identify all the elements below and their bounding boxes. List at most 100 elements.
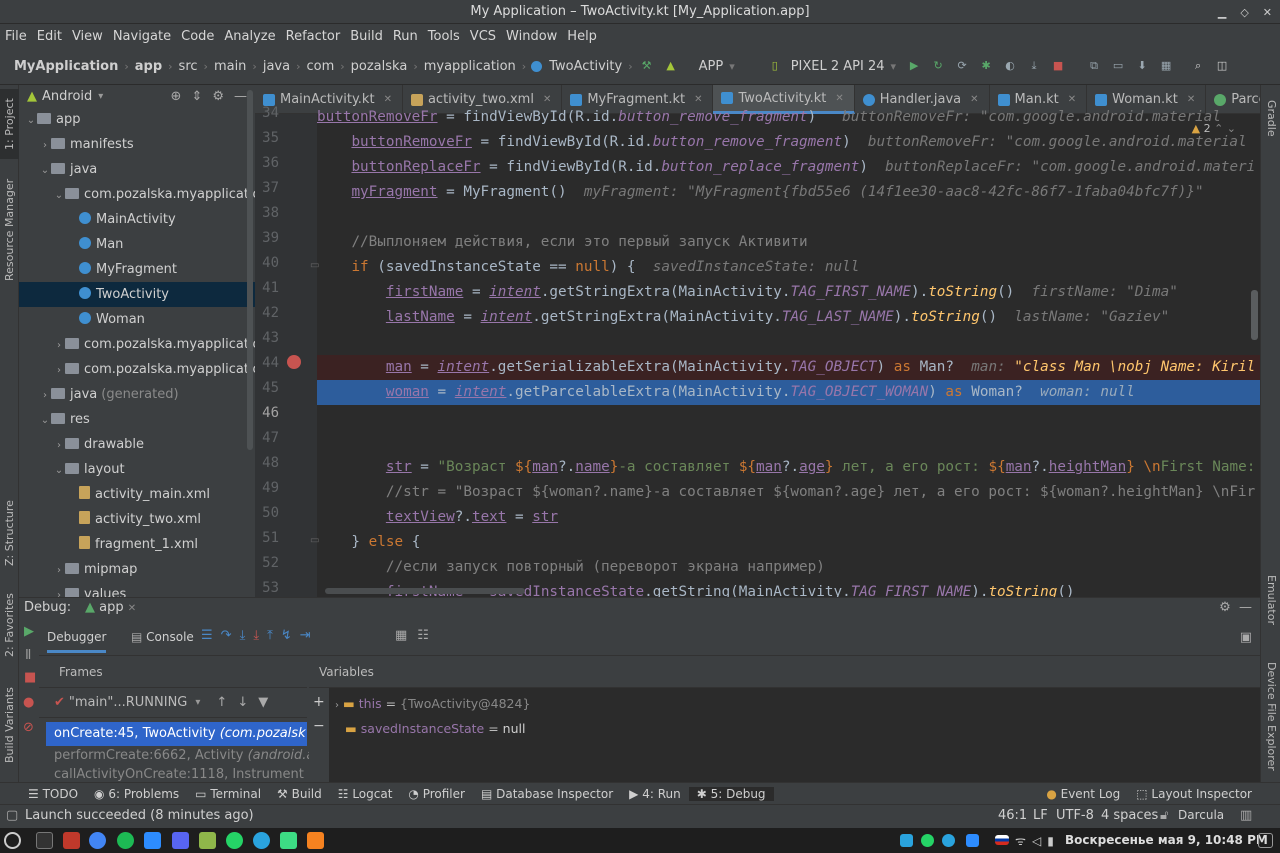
breadcrumb-project[interactable]: MyApplication [10,59,122,74]
chevron-right-icon[interactable]: › [39,133,51,158]
tool-tab-run[interactable]: ▶ 4: Run [621,787,689,801]
menu-code[interactable]: Code [176,29,219,44]
chevron-right-icon[interactable]: › [39,383,51,408]
view-breakpoints-icon[interactable]: ● [23,695,34,710]
evaluate-icon[interactable]: ▦ [395,628,417,643]
indent-setting[interactable]: 4 spaces [1101,808,1158,823]
menu-file[interactable]: File [0,29,32,44]
variable-row[interactable]: › ▬ this = {TwoActivity@4824} [335,696,530,711]
gear-icon[interactable]: ⚙ [1219,600,1231,615]
maximize-icon[interactable]: ◇ [1240,6,1248,19]
chevron-right-icon[interactable]: › [53,358,65,383]
filter-icon[interactable]: ▼ [258,695,278,710]
avd-manager-icon[interactable]: ▭ [1110,58,1126,74]
debug-icon[interactable]: ✱ [978,58,994,74]
terminal-app-icon[interactable] [36,832,53,849]
tree-item[interactable]: activity_main.xml [19,482,255,507]
tree-item[interactable]: › mipmap [19,557,255,582]
tree-item[interactable]: › drawable [19,432,255,457]
tree-item[interactable]: Woman [19,307,255,332]
menu-window[interactable]: Window [501,29,562,44]
editor-scrollbar[interactable] [1251,290,1258,340]
close-icon[interactable]: ✕ [128,603,136,614]
tree-item[interactable]: › com.pozalska.myapplication ( [19,357,255,382]
start-menu-icon[interactable] [4,832,21,849]
breakpoint-icon[interactable] [287,355,301,369]
menu-run[interactable]: Run [388,29,423,44]
tree-item[interactable]: ⌄ com.pozalska.myapplication [19,182,255,207]
drop-frame-icon[interactable]: ↯ [281,628,300,643]
tool-tab-problems[interactable]: ◉ 6: Problems [86,787,187,801]
menu-help[interactable]: Help [562,29,602,44]
mute-breakpoints-icon[interactable]: ⊘ [23,720,34,735]
chevron-right-icon[interactable]: › [53,333,65,358]
sdk-manager-icon[interactable]: ⬇ [1134,58,1150,74]
breadcrumb-main[interactable]: main [210,59,250,74]
chevron-right-icon[interactable]: › [53,583,65,597]
tree-item[interactable]: › values [19,582,255,597]
tray-zoom-icon[interactable] [966,834,979,847]
project-scrollbar[interactable] [247,90,253,450]
collapse-icon[interactable]: ⇕ [191,89,202,104]
tool-tab-emulator[interactable]: Emulator [1261,565,1280,635]
android-studio-app-icon[interactable] [280,832,297,849]
tree-item[interactable]: ⌄ java [19,157,255,182]
trace-icon[interactable]: ☷ [417,628,439,643]
variable-row[interactable]: ▬ savedInstanceState = null [345,721,525,736]
run-icon[interactable]: ▶ [906,58,922,74]
breadcrumb-pozalska[interactable]: pozalska [347,59,412,74]
add-watch-icon[interactable]: + [313,694,325,710]
hide-icon[interactable]: — [234,89,247,104]
tool-tab-logcat[interactable]: ☷ Logcat [330,787,401,801]
tree-item[interactable]: activity_two.xml [19,507,255,532]
breadcrumb-com[interactable]: com [302,59,338,74]
tool-tab-event-log[interactable]: ● Event Log [1038,787,1128,801]
menu-tools[interactable]: Tools [423,29,465,44]
step-over-icon[interactable]: ⤓ [240,628,254,643]
tree-item[interactable]: ⌄ app [19,107,255,132]
tool-tab-resource-manager[interactable]: Resource Manager [0,175,19,285]
profile-icon[interactable]: ◐ [1002,58,1018,74]
tree-item[interactable]: MainActivity [19,207,255,232]
chevron-right-icon[interactable]: › [53,558,65,583]
file-encoding[interactable]: UTF-8 [1056,808,1094,823]
tool-tab-gradle[interactable]: Gradle [1261,93,1280,143]
tool-tab-favorites[interactable]: 2: Favorites [0,585,19,665]
run-to-cursor-icon[interactable]: ⇥ [300,628,319,643]
tool-tab-device-file-explorer[interactable]: Device File Explorer [1261,651,1280,781]
menu-view[interactable]: View [67,29,108,44]
thread-selector[interactable]: "main"...RUNNING [69,695,187,710]
tree-item[interactable]: fragment_1.xml [19,532,255,557]
tool-tab-layout-inspector[interactable]: ⬚ Layout Inspector [1128,787,1260,801]
tray-whatsapp-icon[interactable] [921,834,934,847]
cursor-position[interactable]: 46:1 [998,808,1027,823]
chevron-down-icon[interactable]: ⌄ [39,408,51,433]
tool-tab-profiler[interactable]: ◔ Profiler [400,787,473,801]
apply-code-changes-icon[interactable]: ⟳ [954,58,970,74]
settings-icon[interactable]: ◫ [1214,58,1230,74]
tray-icon[interactable] [900,834,913,847]
line-separator[interactable]: LF [1033,808,1048,823]
menu-build[interactable]: Build [345,29,388,44]
tool-tab-todo[interactable]: ☰ TODO [20,787,86,801]
event-icon[interactable]: ▥ [1240,808,1252,823]
structure-icon[interactable]: ▦ [1158,58,1174,74]
tree-item[interactable]: › java (generated) [19,382,255,407]
stop-icon[interactable]: ■ [24,670,36,685]
tray-telegram-icon[interactable] [942,834,955,847]
telegram-app-icon[interactable] [253,832,270,849]
tool-tab-debug[interactable]: ✱ 5: Debug [688,786,774,801]
wifi-icon[interactable]: ᯤ [1015,834,1032,848]
discord-app-icon[interactable] [172,832,189,849]
attach-debugger-icon[interactable]: ⤓ [1026,58,1042,74]
clock[interactable]: Воскресенье мая 9, 10:48 PM [1065,833,1268,847]
menu-edit[interactable]: Edit [32,29,67,44]
debug-session-tab[interactable]: ▲ app ✕ [85,600,136,615]
tool-tab-terminal[interactable]: ▭ Terminal [187,787,269,801]
menu-analyze[interactable]: Analyze [219,29,280,44]
frame-row[interactable]: onCreate:45, TwoActivity (com.pozalsk [46,722,307,746]
folder-app-icon[interactable] [199,832,216,849]
arrow-down-icon[interactable]: ↓ [237,695,258,710]
search-icon[interactable]: ⌕ [1190,58,1206,74]
step-into-icon[interactable]: ⤓ [253,628,267,643]
